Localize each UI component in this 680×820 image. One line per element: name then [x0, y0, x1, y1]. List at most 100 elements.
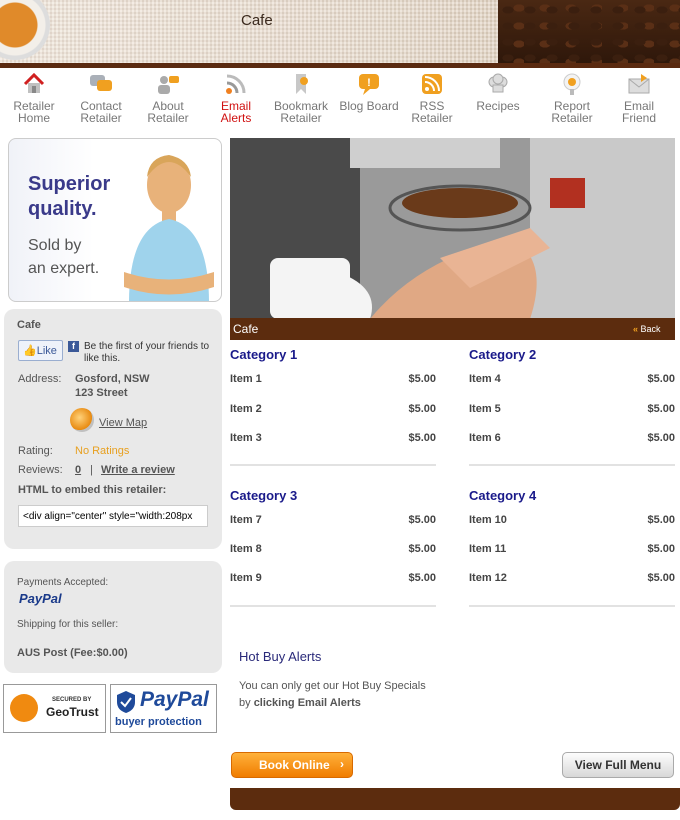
address-line: Gosford, NSW [75, 373, 150, 385]
woman-photo [124, 155, 214, 301]
book-online-button[interactable]: Book Online › [231, 752, 353, 778]
menu-item[interactable]: Item 8 $5.00 [230, 543, 436, 555]
menu-item[interactable]: Item 2 $5.00 [230, 403, 436, 415]
menu-item[interactable]: Item 6 $5.00 [469, 432, 675, 444]
menu-item[interactable]: Item 5 $5.00 [469, 403, 675, 415]
home-icon [22, 72, 46, 96]
view-map-link[interactable]: View Map [99, 417, 147, 429]
alert-icon [560, 72, 584, 96]
globe-icon [70, 408, 94, 432]
menu-item[interactable]: Item 11 $5.00 [469, 543, 675, 555]
item-name: Item 4 [469, 373, 501, 385]
geotrust-icon [10, 694, 38, 722]
nav-label: RSS Retailer [411, 99, 453, 125]
double-chevron-left-icon: « [633, 324, 639, 334]
embed-label: HTML to embed this retailer: [18, 484, 167, 496]
hot-buy-title: Hot Buy Alerts [239, 649, 322, 664]
menu-item[interactable]: Item 1 $5.00 [230, 373, 436, 385]
nav-bookmark-retailer[interactable]: Bookmark Retailer [268, 72, 334, 124]
item-price: $5.00 [408, 373, 436, 385]
back-link[interactable]: « Back [633, 324, 661, 334]
paypal-badge-subtitle: buyer protection [115, 716, 202, 728]
divider [469, 464, 675, 466]
nav-label: Retailer Home [13, 99, 55, 125]
like-label: Like [36, 345, 57, 357]
ad-line: quality. [28, 198, 97, 220]
nav-contact-retailer[interactable]: Contact Retailer [70, 72, 132, 124]
svg-text:!: ! [367, 77, 371, 89]
menu-item[interactable]: Item 10 $5.00 [469, 514, 675, 526]
item-name: Item 12 [469, 572, 507, 584]
hot-buy-text-2: by clicking Email Alerts [239, 697, 361, 709]
nav-about-retailer[interactable]: About Retailer [137, 72, 199, 124]
menu-item[interactable]: Item 9 $5.00 [230, 572, 436, 584]
book-online-label: Book Online [259, 758, 330, 772]
item-price: $5.00 [408, 543, 436, 555]
menu-item[interactable]: Item 4 $5.00 [469, 373, 675, 385]
geotrust-badge[interactable]: SECURED BY GeoTrust [3, 684, 106, 733]
divider [230, 605, 436, 607]
thumbs-up-icon: 👍 [23, 345, 37, 357]
category-title: Category 2 [469, 347, 537, 362]
write-review-link[interactable]: Write a review [101, 464, 175, 476]
item-name: Item 7 [230, 514, 262, 526]
item-price: $5.00 [408, 432, 436, 444]
hot-buy-text: You can only get our Hot Buy Specials [239, 680, 426, 692]
paypal-badge-logo: PayPal [140, 688, 209, 711]
item-price: $5.00 [647, 432, 675, 444]
item-name: Item 2 [230, 403, 262, 415]
ad-line: Superior [28, 173, 111, 195]
like-text: Be the first of your friends to like thi… [84, 341, 210, 364]
users-icon [156, 72, 180, 96]
nav-label: Email Alerts [220, 99, 252, 125]
nav-blog-board[interactable]: ! Blog Board [338, 72, 400, 112]
embed-code-field[interactable] [18, 505, 208, 527]
menu-title: Cafe [233, 322, 259, 336]
nav-email-alerts[interactable]: Email Alerts [205, 72, 267, 124]
menu-item[interactable]: Item 7 $5.00 [230, 514, 436, 526]
address-label: Address: [18, 373, 62, 385]
nav-label: Report Retailer [551, 99, 593, 125]
category-title: Category 1 [230, 347, 298, 362]
category-title: Category 4 [469, 488, 537, 503]
item-name: Item 10 [469, 514, 507, 526]
menu-title-bar: Cafe « Back [230, 318, 675, 340]
nav-recipes[interactable]: Recipes [467, 72, 529, 112]
chef-hat-icon [486, 72, 510, 96]
paypal-buyer-protection-badge[interactable]: PayPal buyer protection [110, 684, 217, 733]
like-button[interactable]: 👍Like [18, 340, 63, 361]
nav-rss-retailer[interactable]: RSS Retailer [401, 72, 463, 124]
payments-label: Payments Accepted: [17, 577, 109, 588]
rating-value: No Ratings [75, 445, 130, 457]
shield-icon [117, 691, 135, 713]
nav-label: Contact Retailer [80, 99, 122, 125]
reviews-count-link[interactable]: 0 [75, 464, 81, 476]
email-alerts-link[interactable]: clicking Email Alerts [254, 697, 361, 709]
nav-email-friend[interactable]: Email Friend [608, 72, 670, 124]
item-name: Item 3 [230, 432, 262, 444]
paypal-logo: PayPal [19, 591, 62, 606]
nav-label: About Retailer [147, 99, 189, 125]
item-price: $5.00 [408, 514, 436, 526]
menu-item[interactable]: Item 12 $5.00 [469, 572, 675, 584]
item-price: $5.00 [647, 514, 675, 526]
ad-banner[interactable]: Superior quality. Sold by an expert. [8, 138, 222, 302]
item-name: Item 1 [230, 373, 262, 385]
item-price: $5.00 [408, 403, 436, 415]
address-line: 123 Street [75, 387, 128, 399]
view-full-menu-button[interactable]: View Full Menu [562, 752, 674, 778]
menu-item[interactable]: Item 3 $5.00 [230, 432, 436, 444]
nav-report-retailer[interactable]: Report Retailer [541, 72, 603, 124]
reviews-label: Reviews: [18, 464, 63, 476]
header-divider [0, 63, 680, 68]
divider [230, 464, 436, 466]
nav-retailer-home[interactable]: Retailer Home [3, 72, 65, 124]
item-name: Item 11 [469, 543, 507, 555]
item-price: $5.00 [408, 572, 436, 584]
nav-label: Blog Board [339, 99, 399, 113]
item-name: Item 9 [230, 572, 262, 584]
facebook-icon: f [68, 341, 79, 352]
item-price: $5.00 [647, 403, 675, 415]
item-price: $5.00 [647, 543, 675, 555]
chat-icon [89, 72, 113, 96]
